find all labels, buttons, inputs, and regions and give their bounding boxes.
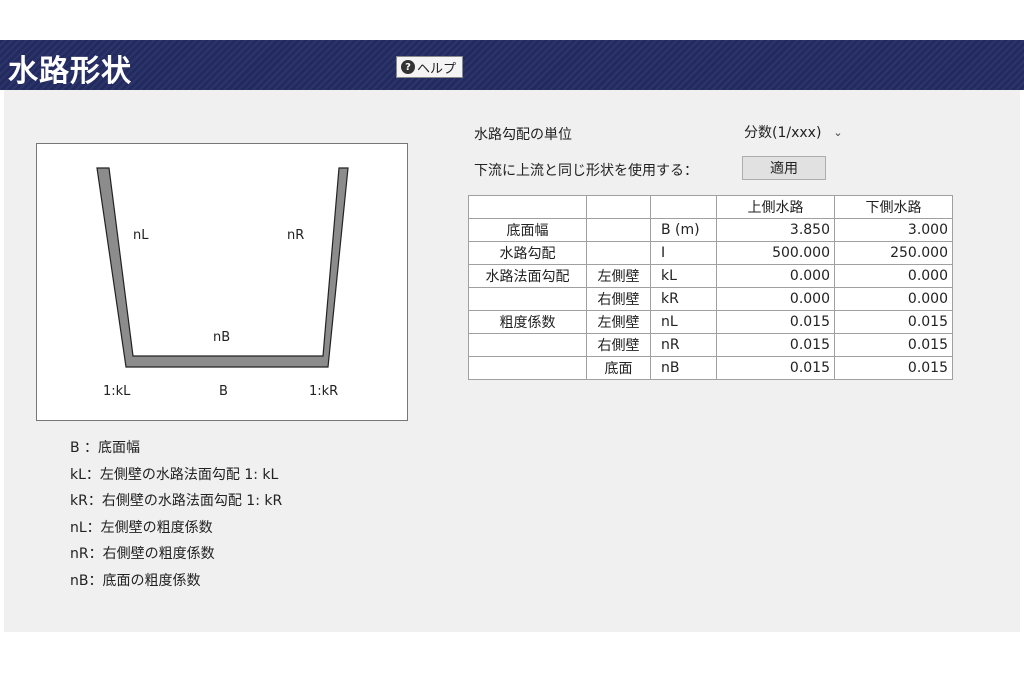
upper-value-cell[interactable]: 0.015 — [716, 356, 835, 380]
nb-label: nB — [213, 330, 231, 345]
nl-label: nL — [133, 228, 149, 243]
b-label: B — [219, 384, 228, 399]
legend-item: nL：左側壁の粗度係数 — [70, 519, 213, 536]
page-title: 水路形状 — [8, 54, 132, 89]
legend-item: kL：左側壁の水路法面勾配 1: kL — [70, 466, 279, 483]
slope-unit-select[interactable]: 分数(1/xxx) ⌄ — [738, 120, 870, 144]
table-row: 粗度係数 左側壁 nL 0.015 0.015 — [468, 310, 953, 334]
row-label: 粗度係数 — [468, 310, 587, 334]
channel-cross-section-diagram: nL nR nB 1:kL B 1:kR — [36, 143, 408, 421]
upper-value-cell[interactable]: 3.850 — [716, 218, 835, 242]
row-symbol: I — [650, 241, 717, 265]
row-sublabel — [586, 218, 651, 242]
lower-value-cell[interactable]: 250.000 — [834, 241, 953, 265]
row-label: 底面幅 — [468, 218, 587, 242]
table-row: 底面 nB 0.015 0.015 — [468, 356, 953, 380]
legend-item: nR：右側壁の粗度係数 — [70, 546, 215, 562]
upper-channel-header: 上側水路 — [716, 195, 835, 219]
table-header-cell — [586, 195, 651, 219]
table-row: 水路勾配 I 500.000 250.000 — [468, 241, 953, 265]
row-symbol: kL — [650, 264, 717, 288]
same-shape-label: 下流に上流と同じ形状を使用する： — [474, 163, 698, 179]
row-label — [468, 287, 587, 311]
table-header-cell — [650, 195, 717, 219]
row-sublabel — [586, 241, 651, 265]
table-header-row: 上側水路 下側水路 — [468, 195, 953, 219]
upper-value-cell[interactable]: 0.000 — [716, 287, 835, 311]
kl-label: 1:kL — [103, 384, 131, 399]
row-symbol: kR — [650, 287, 717, 311]
row-label: 水路勾配 — [468, 241, 587, 265]
row-label — [468, 333, 587, 357]
lower-value-cell[interactable]: 0.015 — [834, 310, 953, 334]
symbol-legend: B ：底面幅 kL：左側壁の水路法面勾配 1: kL kR：右側壁の水路法面勾配… — [70, 435, 282, 594]
kr-label: 1:kR — [309, 384, 339, 399]
lower-value-cell[interactable]: 0.015 — [834, 356, 953, 380]
row-symbol: nL — [650, 310, 717, 334]
legend-item: kR：右側壁の水路法面勾配 1: kR — [70, 493, 283, 509]
channel-parameter-table: 上側水路 下側水路 底面幅 B (m) 3.850 3.000 水路勾配 I 5… — [468, 195, 953, 380]
upper-value-cell[interactable]: 500.000 — [716, 241, 835, 265]
row-sublabel: 左側壁 — [586, 310, 651, 334]
upper-value-cell[interactable]: 0.015 — [716, 333, 835, 357]
channel-shape-svg — [96, 167, 349, 368]
row-label: 水路法面勾配 — [468, 264, 587, 288]
table-header-cell — [468, 195, 587, 219]
lower-value-cell[interactable]: 0.000 — [834, 287, 953, 311]
table-row: 右側壁 kR 0.000 0.000 — [468, 287, 953, 311]
table-row: 底面幅 B (m) 3.850 3.000 — [468, 218, 953, 242]
chevron-down-icon: ⌄ — [833, 125, 843, 139]
lower-channel-header: 下側水路 — [834, 195, 953, 219]
row-symbol: B (m) — [650, 218, 717, 242]
slope-unit-value: 分数(1/xxx) — [744, 125, 822, 141]
row-label — [468, 356, 587, 380]
apply-button[interactable]: 適用 — [742, 156, 826, 180]
table-row: 水路法面勾配 左側壁 kL 0.000 0.000 — [468, 264, 953, 288]
table-row: 右側壁 nR 0.015 0.015 — [468, 333, 953, 357]
title-bar: 水路形状 ? ヘルプ — [0, 40, 1024, 90]
row-sublabel: 底面 — [586, 356, 651, 380]
legend-item: B ：底面幅 — [70, 440, 141, 456]
row-sublabel: 左側壁 — [586, 264, 651, 288]
lower-value-cell[interactable]: 0.015 — [834, 333, 953, 357]
lower-value-cell[interactable]: 0.000 — [834, 264, 953, 288]
main-panel: nL nR nB 1:kL B 1:kR B ：底面幅 kL：左側壁の水路法面勾… — [4, 90, 1020, 632]
row-sublabel: 右側壁 — [586, 287, 651, 311]
question-circle-icon: ? — [401, 60, 415, 74]
nr-label: nR — [287, 228, 305, 243]
lower-value-cell[interactable]: 3.000 — [834, 218, 953, 242]
upper-value-cell[interactable]: 0.000 — [716, 264, 835, 288]
legend-item: nB：底面の粗度係数 — [70, 572, 201, 589]
upper-value-cell[interactable]: 0.015 — [716, 310, 835, 334]
help-button[interactable]: ? ヘルプ — [396, 56, 464, 78]
slope-unit-label: 水路勾配の単位 — [474, 127, 572, 143]
row-symbol: nR — [650, 333, 717, 357]
row-symbol: nB — [650, 356, 717, 380]
help-button-label: ヘルプ — [417, 61, 457, 77]
row-sublabel: 右側壁 — [586, 333, 651, 357]
